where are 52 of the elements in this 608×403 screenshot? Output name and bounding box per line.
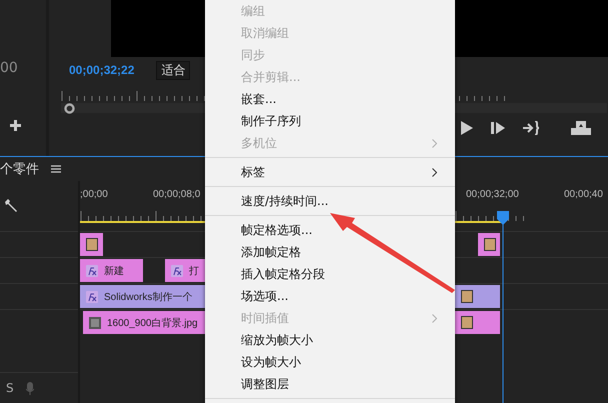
chevron-icon	[432, 138, 437, 148]
playhead-timecode[interactable]: 00;00;32;22	[69, 63, 134, 77]
play-icon[interactable]	[461, 121, 473, 135]
ruler-label: 00;00;40	[564, 189, 603, 200]
fx-icon	[171, 264, 183, 276]
menu-item[interactable]: 速度/持续时间...	[205, 190, 455, 212]
menu-item[interactable]: 帧定格选项...	[205, 219, 455, 241]
clip-icon	[461, 316, 473, 329]
menu-icon[interactable]	[51, 165, 61, 173]
chevron-icon	[432, 314, 437, 322]
clip[interactable]: Solidworks制作一个	[80, 285, 205, 308]
menu-item[interactable]: 缩放为帧大小	[205, 329, 455, 351]
export-frame-icon[interactable]	[571, 121, 591, 135]
wrench-icon[interactable]	[4, 199, 18, 213]
clip[interactable]: 新建	[80, 259, 143, 282]
clip-icon	[461, 290, 473, 303]
playhead[interactable]	[496, 211, 510, 403]
clip[interactable]	[455, 285, 500, 308]
menu-item[interactable]: 插入帧定格分段	[205, 263, 455, 285]
clip-name: Solidworks制作一个	[104, 290, 192, 304]
fx-icon	[86, 264, 98, 276]
clip-name: 1600_900白背景.jpg	[107, 316, 198, 330]
chevron-icon	[432, 168, 437, 176]
clip[interactable]: 打	[165, 259, 205, 282]
menu-item[interactable]: 制作子序列	[205, 110, 455, 132]
menu-item[interactable]: 标签	[205, 161, 455, 183]
image-icon	[89, 316, 101, 328]
menu-item[interactable]: 场选项...	[205, 285, 455, 307]
step-forward-icon[interactable]	[491, 122, 505, 134]
insert-icon[interactable]	[523, 121, 539, 135]
track-label[interactable]: S	[6, 381, 14, 395]
clip[interactable]	[478, 233, 500, 256]
clip-icon	[86, 238, 98, 251]
menu-item[interactable]: 设为帧大小	[205, 351, 455, 373]
ruler-label: ;00;00	[80, 189, 108, 200]
clip-name: 打	[189, 264, 199, 278]
clip[interactable]	[455, 311, 500, 334]
timecode: 00	[0, 60, 18, 76]
sequence-tab[interactable]: 个零件	[0, 160, 39, 178]
fx-icon	[86, 290, 98, 302]
clip-icon	[484, 238, 496, 251]
menu-item[interactable]: 嵌套...	[205, 88, 455, 110]
menu-item[interactable]: 添加帧定格	[205, 241, 455, 263]
ruler-label: 00;00;08;0	[153, 189, 200, 200]
clip-name: 新建	[104, 264, 124, 278]
menu-item[interactable]: 调整图层	[205, 373, 455, 395]
add-icon[interactable]	[10, 120, 21, 131]
clip[interactable]	[80, 233, 103, 256]
ruler-label: 00;00;32;00	[466, 189, 519, 200]
fit-dropdown[interactable]: 适合	[156, 60, 190, 80]
clip[interactable]: 1600_900白背景.jpg	[83, 311, 205, 334]
playhead-handle[interactable]	[64, 103, 75, 114]
